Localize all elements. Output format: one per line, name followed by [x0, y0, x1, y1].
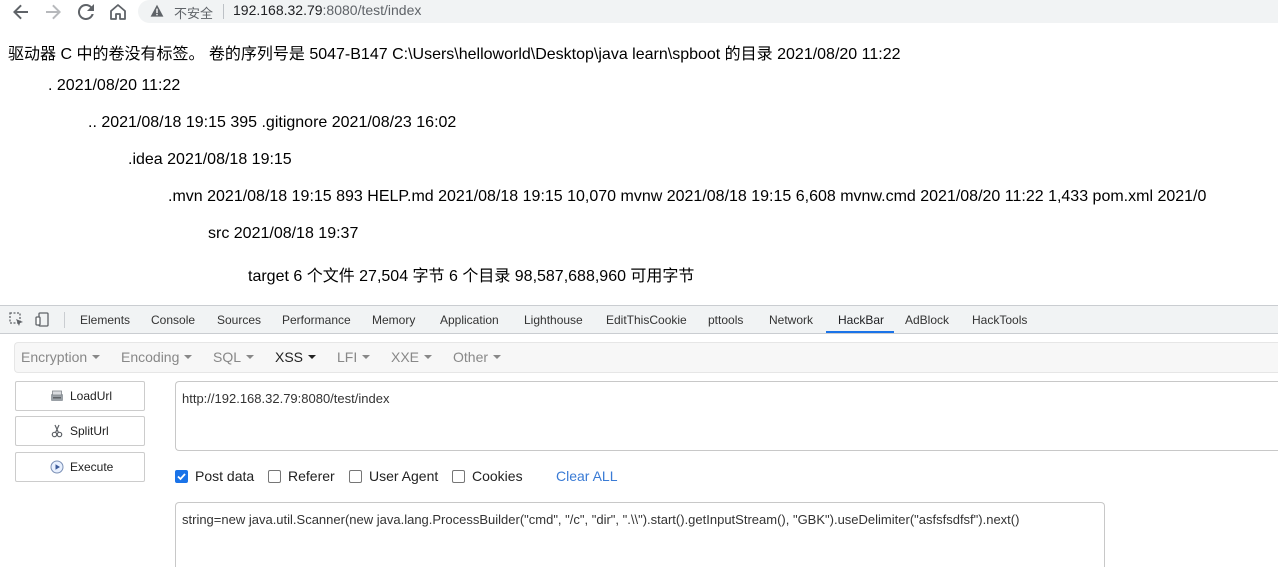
split-url-button[interactable]: SplitUrl [15, 416, 145, 446]
menu-lfi-label: LFI [337, 349, 358, 365]
url-textarea[interactable]: http://192.168.32.79:8080/test/index [175, 381, 1278, 451]
referer-checkbox[interactable] [268, 470, 281, 483]
menu-encryption-label: Encryption [21, 349, 88, 365]
dir-line-6: src 2021/08/18 19:37 [208, 225, 359, 242]
execute-button[interactable]: Execute [15, 452, 145, 482]
devtools-tabbar: Elements Console Sources Performance Mem… [0, 306, 1278, 334]
reload-icon[interactable] [76, 2, 96, 22]
dir-line-2: . 2021/08/20 11:22 [48, 77, 181, 94]
dir-line-1: 驱动器 C 中的卷没有标签。 卷的序列号是 5047-B147 C:\Users… [8, 46, 901, 63]
page-content: 驱动器 C 中的卷没有标签。 卷的序列号是 5047-B147 C:\Users… [0, 33, 1278, 303]
url-textarea-value: http://192.168.32.79:8080/test/index [182, 391, 390, 406]
tab-pttools[interactable]: pttools [708, 313, 743, 327]
chevron-down-icon [362, 355, 371, 360]
devtools-panel: Elements Console Sources Performance Mem… [0, 305, 1278, 567]
tab-memory[interactable]: Memory [372, 313, 415, 327]
dir-line-4: .idea 2021/08/18 19:15 [128, 151, 292, 168]
chevron-down-icon [493, 355, 502, 360]
tab-editthiscookie[interactable]: EditThisCookie [606, 313, 687, 327]
tab-hacktools[interactable]: HackTools [972, 313, 1027, 327]
url-path: :8080/test/index [322, 2, 422, 18]
split-url-label: SplitUrl [70, 424, 109, 438]
post-data-checkbox[interactable] [175, 470, 188, 483]
scissors-icon [51, 424, 63, 438]
clear-all-link[interactable]: Clear ALL [556, 468, 617, 484]
menu-xss-label: XSS [275, 349, 304, 365]
chevron-down-icon [308, 355, 317, 360]
post-data-textarea[interactable]: string=new java.util.Scanner(new java.la… [175, 502, 1105, 567]
referer-label: Referer [288, 468, 335, 484]
tab-lighthouse[interactable]: Lighthouse [524, 313, 583, 327]
tab-elements[interactable]: Elements [80, 313, 130, 327]
tabbar-divider [64, 312, 65, 328]
menu-encoding[interactable]: Encoding [121, 349, 193, 365]
post-data-value: string=new java.util.Scanner(new java.la… [182, 512, 1020, 527]
tab-application[interactable]: Application [440, 313, 499, 327]
load-url-button[interactable]: LoadUrl [15, 381, 145, 411]
load-url-icon [51, 390, 63, 401]
cookies-label: Cookies [472, 468, 523, 484]
active-tab-indicator [826, 331, 894, 333]
play-icon [50, 460, 64, 474]
menu-xxe[interactable]: XXE [391, 349, 433, 365]
menu-sql[interactable]: SQL [213, 349, 255, 365]
load-url-label: LoadUrl [70, 389, 113, 403]
menu-lfi[interactable]: LFI [337, 349, 371, 365]
warning-icon [150, 4, 164, 17]
omnibox-divider [223, 4, 224, 19]
address-bar[interactable]: 不安全 192.168.32.79:8080/test/index [138, 0, 1278, 23]
execute-label: Execute [70, 460, 114, 474]
device-toolbar-icon[interactable] [35, 312, 50, 327]
chevron-down-icon [184, 355, 193, 360]
hackbar-menu: Encryption Encoding SQL XSS LFI XXE Othe… [14, 342, 1278, 373]
dir-line-7: target 6 个文件 27,504 字节 6 个目录 98,587,688,… [248, 268, 695, 285]
security-label[interactable]: 不安全 [174, 3, 213, 22]
chevron-down-icon [246, 355, 255, 360]
forward-arrow-icon[interactable] [43, 2, 63, 22]
back-arrow-icon[interactable] [11, 2, 31, 22]
tab-performance[interactable]: Performance [282, 313, 351, 327]
browser-toolbar: 不安全 192.168.32.79:8080/test/index [0, 0, 1278, 24]
user-agent-label: User Agent [369, 468, 439, 484]
tab-console[interactable]: Console [151, 313, 195, 327]
menu-encoding-label: Encoding [121, 349, 180, 365]
inspect-element-icon[interactable] [9, 312, 24, 327]
menu-xss[interactable]: XSS [275, 349, 317, 365]
menu-sql-label: SQL [213, 349, 242, 365]
tab-adblock[interactable]: AdBlock [905, 313, 949, 327]
dir-line-3: .. 2021/08/18 19:15 395 .gitignore 2021/… [88, 114, 457, 131]
menu-xxe-label: XXE [391, 349, 420, 365]
menu-other-label: Other [453, 349, 489, 365]
menu-encryption[interactable]: Encryption [21, 349, 101, 365]
chevron-down-icon [424, 355, 433, 360]
chevron-down-icon [92, 355, 101, 360]
menu-other[interactable]: Other [453, 349, 502, 365]
tab-hackbar[interactable]: HackBar [838, 313, 884, 327]
post-data-label: Post data [195, 468, 255, 484]
dir-line-5: .mvn 2021/08/18 19:15 893 HELP.md 2021/0… [168, 188, 1207, 205]
cookies-checkbox[interactable] [452, 470, 465, 483]
url-text[interactable]: 192.168.32.79:8080/test/index [233, 2, 421, 18]
home-icon[interactable] [108, 2, 128, 22]
user-agent-checkbox[interactable] [349, 470, 362, 483]
url-host: 192.168.32.79 [233, 2, 323, 18]
tab-sources[interactable]: Sources [217, 313, 261, 327]
tab-network[interactable]: Network [769, 313, 813, 327]
